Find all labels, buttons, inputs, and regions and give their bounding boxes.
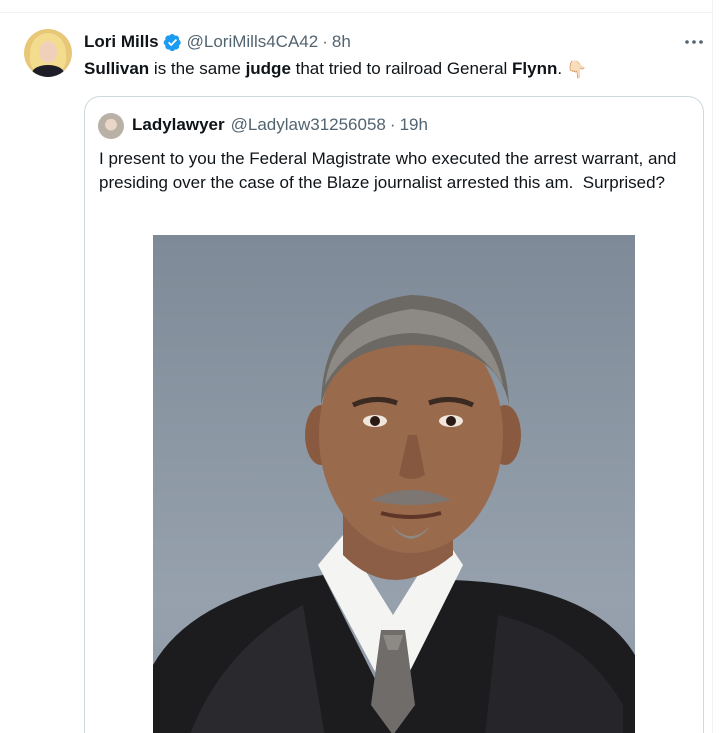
separator-dot: · [389,115,396,134]
avatar[interactable] [24,29,72,77]
tweet-header: Lori Mills @LoriMills4CA42 · 8h [84,31,351,53]
tweet-text-segment: that tried to railroad General [290,59,513,78]
divider [0,12,713,13]
verified-badge-icon[interactable] [163,33,182,52]
quoted-tweet-card[interactable]: Ladylawyer @Ladylaw31256058 · 19h I pres… [84,96,704,733]
avatar[interactable] [98,113,124,139]
quoted-tweet-header: Ladylawyer @Ladylaw31256058 · 19h [132,114,428,136]
quoted-tweet-timestamp[interactable]: 19h [400,115,428,135]
avatar-face [39,41,57,63]
tweet-text-bold: Sullivan [84,59,150,78]
author-name[interactable]: Lori Mills [84,32,159,52]
pointing-down-icon: 👇🏻 [566,59,588,79]
portrait-illustration [153,295,635,733]
quoted-author-name[interactable]: Ladylawyer [132,115,225,135]
quoted-author-handle[interactable]: @Ladylaw31256058 [231,115,386,135]
tweet-timestamp[interactable]: 8h [332,32,351,52]
more-horizontal-icon[interactable] [683,32,705,52]
avatar-shirt [32,65,64,77]
portrait-photo[interactable] [153,235,635,733]
tweet-text-segment: is the same [149,59,246,78]
author-handle[interactable]: @LoriMills4CA42 [187,32,319,52]
separator-dot: · [322,32,328,51]
tweet-text-bold: judge [245,59,291,78]
tweet-text: Sullivan is the same judge that tried to… [84,57,587,82]
quoted-tweet-text: I present to you the Federal Magistrate … [99,149,682,192]
divider [712,0,713,733]
tweet-text-bold: Flynn [512,59,558,78]
tweet-view: Lori Mills @LoriMills4CA42 · 8h Sullivan… [0,0,721,733]
tweet-text-segment: . [557,59,563,78]
